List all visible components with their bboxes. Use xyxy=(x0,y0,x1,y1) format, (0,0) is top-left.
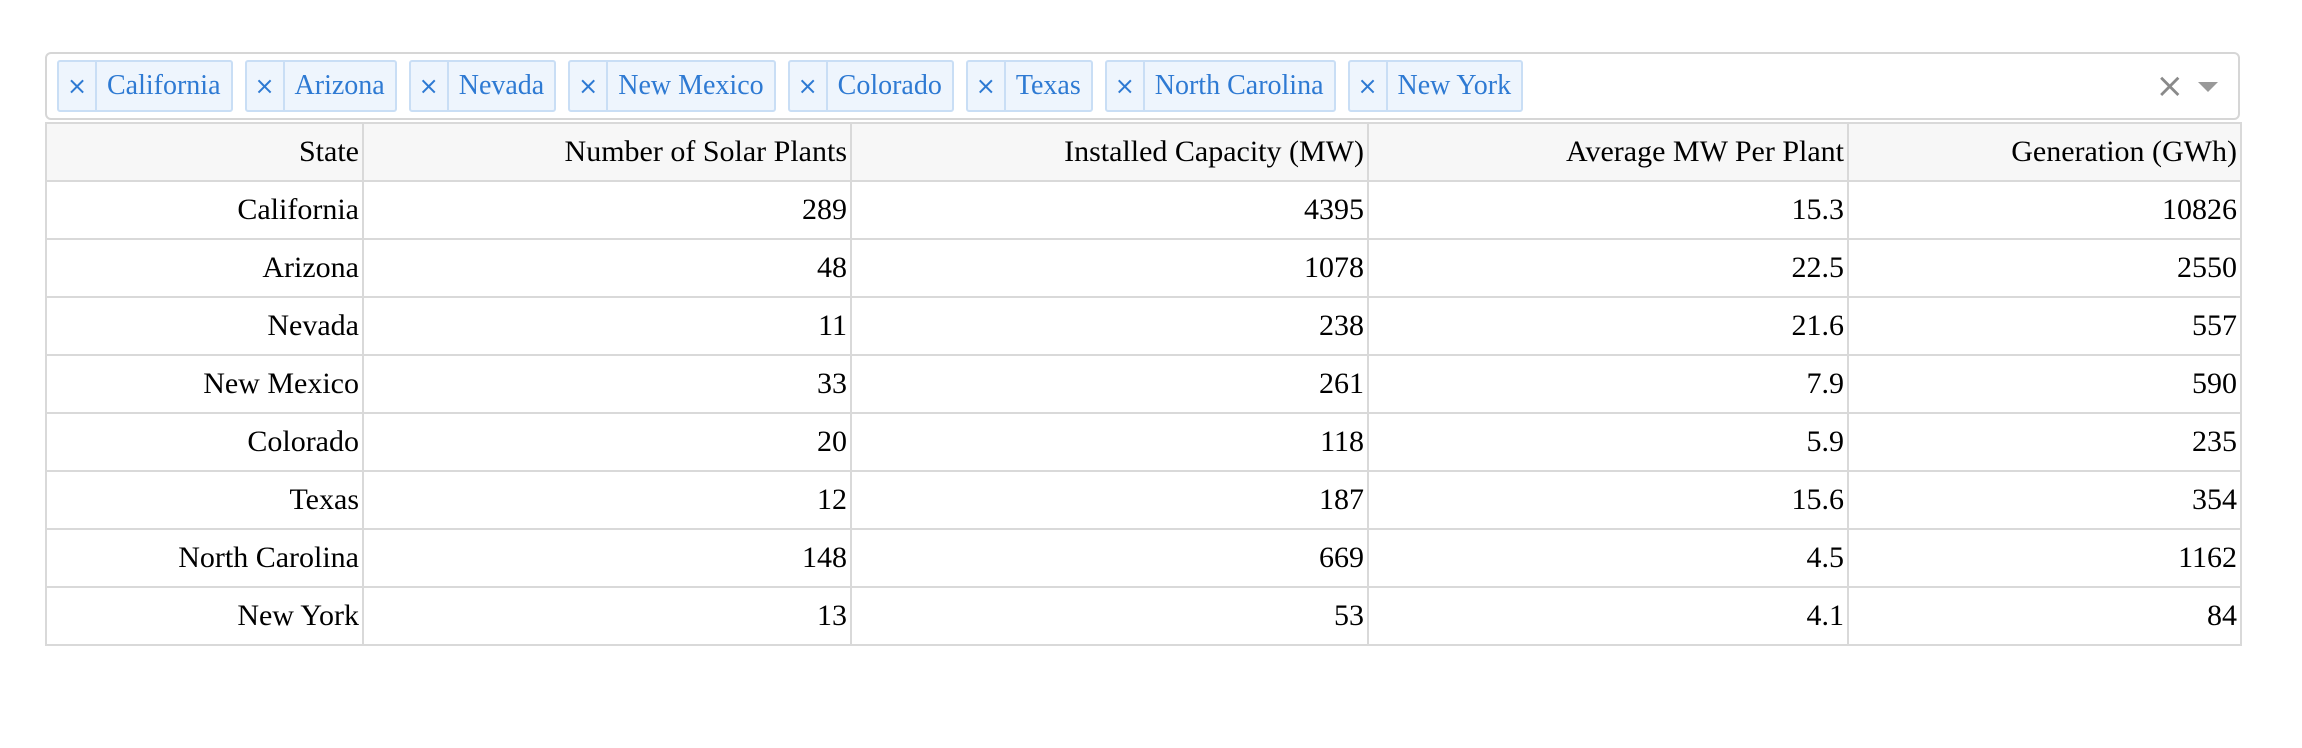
table-row: California 289 4395 15.3 10826 xyxy=(45,180,2242,240)
table-cell: 118 xyxy=(850,412,1369,472)
table-cell: 289 xyxy=(362,180,852,240)
table-row: North Carolina 148 669 4.5 1162 xyxy=(45,528,2242,588)
table-header-row: State Number of Solar Plants Installed C… xyxy=(45,122,2242,182)
remove-chip-icon[interactable]: × xyxy=(411,62,449,110)
table-cell: 4.1 xyxy=(1367,586,1849,646)
table-cell: 590 xyxy=(1847,354,2242,414)
table-row: New Mexico 33 261 7.9 590 xyxy=(45,354,2242,414)
column-header[interactable]: State xyxy=(45,122,364,182)
table-row: Texas 12 187 15.6 354 xyxy=(45,470,2242,530)
solar-data-table: State Number of Solar Plants Installed C… xyxy=(45,122,2242,646)
table-cell: 33 xyxy=(362,354,852,414)
table-row: Arizona 48 1078 22.5 2550 xyxy=(45,238,2242,298)
chip-label: Colorado xyxy=(837,70,942,101)
table-cell: 5.9 xyxy=(1367,412,1849,472)
column-header[interactable]: Generation (GWh) xyxy=(1847,122,2242,182)
table-row: Colorado 20 118 5.9 235 xyxy=(45,412,2242,472)
table-cell: 557 xyxy=(1847,296,2242,356)
column-header[interactable]: Number of Solar Plants xyxy=(362,122,852,182)
table-cell: 21.6 xyxy=(1367,296,1849,356)
remove-chip-icon[interactable]: × xyxy=(570,62,609,110)
table-cell: New York xyxy=(45,586,364,646)
chip-north-carolina[interactable]: × North Carolina xyxy=(1104,60,1336,112)
table-cell: 12 xyxy=(362,470,852,530)
remove-chip-icon[interactable]: × xyxy=(247,62,285,110)
table-cell: New Mexico xyxy=(45,354,364,414)
remove-chip-icon[interactable]: × xyxy=(1350,62,1388,110)
chip-label: Arizona xyxy=(294,70,385,101)
table-cell: 84 xyxy=(1847,586,2242,646)
table-row: New York 13 53 4.1 84 xyxy=(45,586,2242,646)
table-cell: 354 xyxy=(1847,470,2242,530)
table-cell: 7.9 xyxy=(1367,354,1849,414)
table-cell: North Carolina xyxy=(45,528,364,588)
table-cell: 4395 xyxy=(850,180,1369,240)
chip-label: Texas xyxy=(1015,70,1081,101)
dashboard-content: × California × Arizona × Nevada × New Me… xyxy=(45,52,2242,646)
table-cell: 187 xyxy=(850,470,1369,530)
table-cell: 11 xyxy=(362,296,852,356)
chip-label: New Mexico xyxy=(618,70,764,101)
table-cell: 4.5 xyxy=(1367,528,1849,588)
table-cell: Colorado xyxy=(45,412,364,472)
remove-chip-icon[interactable]: × xyxy=(968,62,1006,110)
chip-arizona[interactable]: × Arizona xyxy=(244,60,397,112)
chip-label: New York xyxy=(1397,70,1512,101)
chip-label: North Carolina xyxy=(1154,70,1324,101)
table-cell: 1078 xyxy=(850,238,1369,298)
table-cell: 669 xyxy=(850,528,1369,588)
chevron-down-icon[interactable] xyxy=(2198,82,2218,92)
table-cell: Arizona xyxy=(45,238,364,298)
table-row: Nevada 11 238 21.6 557 xyxy=(45,296,2242,356)
remove-chip-icon[interactable]: × xyxy=(59,62,97,110)
chip-california[interactable]: × California xyxy=(57,60,233,112)
table-cell: 148 xyxy=(362,528,852,588)
column-header[interactable]: Average MW Per Plant xyxy=(1367,122,1849,182)
table-cell: 235 xyxy=(1847,412,2242,472)
table-cell: 10826 xyxy=(1847,180,2242,240)
table-cell: 22.5 xyxy=(1367,238,1849,298)
table-cell: Texas xyxy=(45,470,364,530)
table-cell: 15.6 xyxy=(1367,470,1849,530)
table-cell: 13 xyxy=(362,586,852,646)
chip-label: Nevada xyxy=(458,70,545,101)
selected-chips: × California × Arizona × Nevada × New Me… xyxy=(57,60,1524,112)
chip-new-york[interactable]: × New York xyxy=(1347,60,1524,112)
table-cell: 261 xyxy=(850,354,1369,414)
remove-chip-icon[interactable]: × xyxy=(1107,62,1145,110)
table-cell: 15.3 xyxy=(1367,180,1849,240)
state-multiselect[interactable]: × California × Arizona × Nevada × New Me… xyxy=(45,52,2240,120)
table-cell: 53 xyxy=(850,586,1369,646)
table-cell: 48 xyxy=(362,238,852,298)
chip-new-mexico[interactable]: × New Mexico xyxy=(568,60,776,112)
chip-texas[interactable]: × Texas xyxy=(965,60,1093,112)
table-cell: 238 xyxy=(850,296,1369,356)
remove-chip-icon[interactable]: × xyxy=(790,62,828,110)
column-header[interactable]: Installed Capacity (MW) xyxy=(850,122,1369,182)
table-cell: Nevada xyxy=(45,296,364,356)
table-cell: 1162 xyxy=(1847,528,2242,588)
table-cell: 2550 xyxy=(1847,238,2242,298)
clear-all-icon[interactable]: × xyxy=(2156,54,2185,118)
chip-colorado[interactable]: × Colorado xyxy=(787,60,954,112)
table-cell: 20 xyxy=(362,412,852,472)
chip-label: California xyxy=(107,70,221,101)
table-cell: California xyxy=(45,180,364,240)
chip-nevada[interactable]: × Nevada xyxy=(408,60,557,112)
